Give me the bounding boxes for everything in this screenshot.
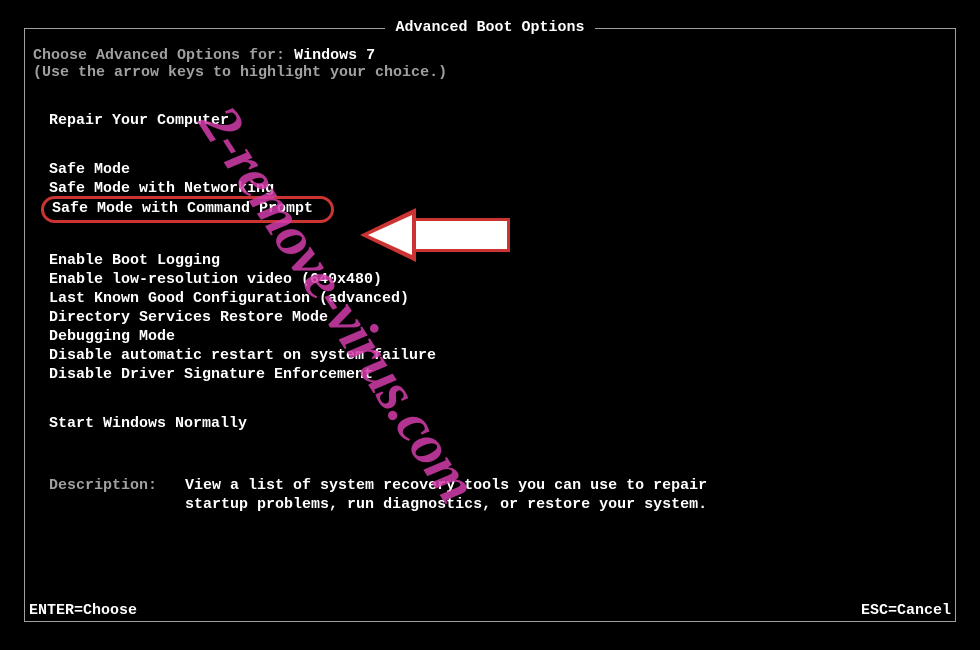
description-text: View a list of system recovery tools you… — [185, 477, 775, 515]
menu-option[interactable]: Debugging Mode — [49, 327, 947, 346]
boot-menu-frame: Advanced Boot Options Choose Advanced Op… — [24, 28, 956, 622]
menu-group: Safe ModeSafe Mode with NetworkingSafe M… — [33, 160, 947, 221]
title-bar: Advanced Boot Options — [25, 19, 955, 36]
footer-bar: ENTER=Choose ESC=Cancel — [25, 602, 955, 619]
menu-option[interactable]: Enable low-resolution video (640x480) — [49, 270, 947, 289]
menu-option[interactable]: Start Windows Normally — [49, 414, 947, 433]
description-label: Description: — [49, 477, 157, 515]
menu-group: Start Windows Normally — [33, 414, 947, 433]
menu-option[interactable]: Last Known Good Configuration (advanced) — [49, 289, 947, 308]
content-area: Choose Advanced Options for: Windows 7 (… — [25, 29, 955, 525]
footer-enter-hint: ENTER=Choose — [29, 602, 137, 619]
menu-option[interactable]: Disable automatic restart on system fail… — [49, 346, 947, 365]
header-prompt: Choose Advanced Options for: Windows 7 — [33, 47, 947, 64]
menu-option[interactable]: Directory Services Restore Mode — [49, 308, 947, 327]
page-title: Advanced Boot Options — [385, 19, 594, 36]
menu-groups[interactable]: Repair Your ComputerSafe ModeSafe Mode w… — [33, 111, 947, 433]
menu-group: Repair Your Computer — [33, 111, 947, 130]
menu-option[interactable]: Safe Mode with Command Prompt — [41, 196, 334, 223]
prompt-label: Choose Advanced Options for: — [33, 47, 285, 64]
menu-option[interactable]: Disable Driver Signature Enforcement — [49, 365, 947, 384]
footer-esc-hint: ESC=Cancel — [861, 602, 951, 619]
instruction-text: (Use the arrow keys to highlight your ch… — [33, 64, 947, 81]
description-row: Description: View a list of system recov… — [49, 477, 947, 515]
menu-group: Enable Boot LoggingEnable low-resolution… — [33, 251, 947, 384]
menu-option[interactable]: Safe Mode — [49, 160, 947, 179]
menu-option[interactable]: Repair Your Computer — [49, 111, 947, 130]
os-name: Windows 7 — [294, 47, 375, 64]
menu-option[interactable]: Enable Boot Logging — [49, 251, 947, 270]
